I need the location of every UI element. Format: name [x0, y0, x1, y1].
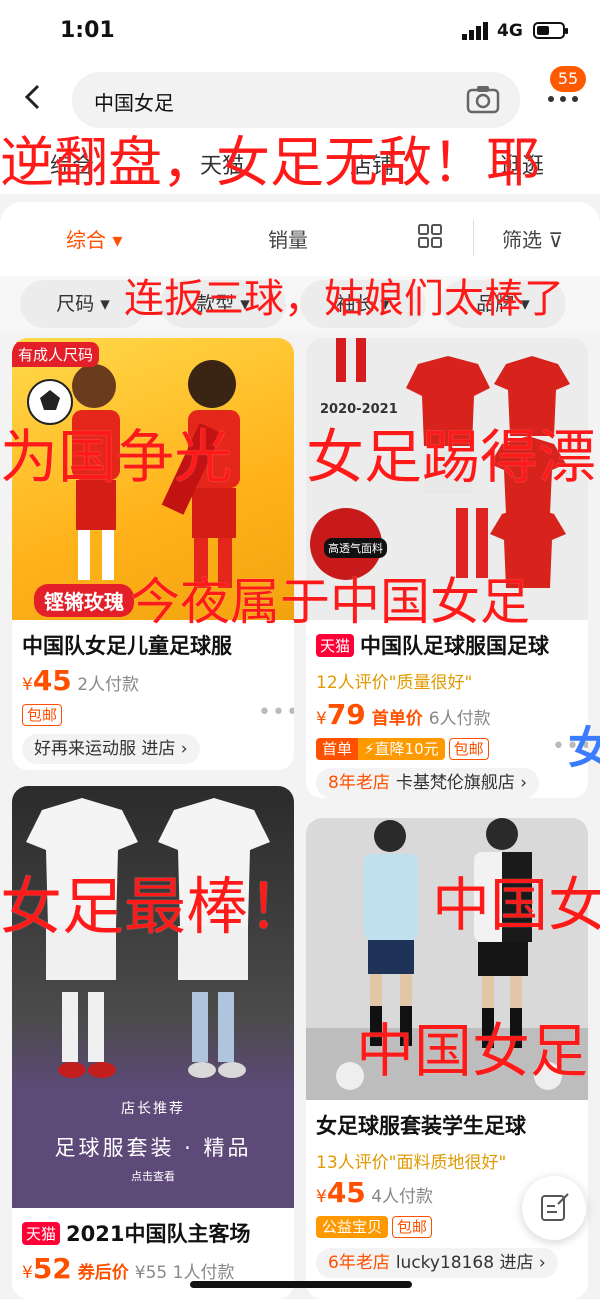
- price-value: 45: [326, 1176, 366, 1209]
- review-summary: 13人评价"面料质地很好": [316, 1153, 507, 1173]
- image-caption: 铿锵玫瑰: [34, 584, 134, 617]
- feedback-button[interactable]: [522, 1176, 586, 1240]
- chip-size-label: 尺码: [56, 293, 95, 315]
- sort-sales[interactable]: 销量: [268, 224, 308, 253]
- signal-icon: [462, 22, 488, 40]
- click-view-text: 点击查看: [131, 1170, 175, 1183]
- price-currency: ¥: [316, 1187, 327, 1207]
- free-shipping-tag: 包邮: [392, 1216, 433, 1238]
- slogan-text: 足球服套装 · 精品: [54, 1136, 252, 1160]
- camera-icon[interactable]: [466, 84, 500, 114]
- tmall-badge: 天猫: [22, 1222, 61, 1245]
- grid-view-icon[interactable]: [418, 224, 442, 248]
- shop-age: 8年老店: [328, 773, 390, 793]
- danmu-comment: 女足踢得漂: [306, 423, 597, 491]
- tag-row: 包邮: [22, 704, 66, 726]
- sales-count: 4人付款: [371, 1187, 434, 1207]
- danmu-comment: 连扳三球，姑娘们太棒了: [124, 276, 564, 322]
- shop-link[interactable]: 好再来运动服 进店 ›: [22, 734, 200, 764]
- product-title-text: 中国队足球服国足球: [360, 634, 550, 658]
- filter-funnel-icon: ⊽: [548, 228, 563, 252]
- more-options-icon[interactable]: •••: [258, 700, 294, 725]
- product-title[interactable]: 天猫 2021中国队主客场: [22, 1218, 250, 1248]
- price-currency: ¥: [22, 1263, 33, 1283]
- price-tag: 券后价: [77, 1263, 129, 1283]
- search-query: 中国女足: [94, 91, 174, 115]
- price-tag: 首单价: [371, 709, 423, 729]
- product-image[interactable]: 店长推荐 足球服套装 · 精品 点击查看: [12, 786, 294, 1208]
- danmu-comment: 为国争光: [0, 423, 233, 491]
- adult-size-label: 有成人尺码: [12, 342, 100, 367]
- product-card[interactable]: 有成人尺码 铿锵玫瑰 中国队女足儿童足球服 ¥45 2人付款 包邮 ••• 好再…: [12, 338, 294, 770]
- network-type: 4G: [497, 21, 523, 41]
- status-time: 1:01: [60, 18, 115, 43]
- battery-icon: [533, 22, 568, 39]
- product-title[interactable]: 天猫 中国队足球服国足球: [316, 630, 549, 660]
- edit-note-icon: [541, 1193, 569, 1221]
- sales-count: 1人付款: [172, 1263, 235, 1283]
- danmu-comment: 今夜属于中国女足: [130, 573, 530, 631]
- danmu-comment: 中国女足: [356, 1017, 589, 1085]
- product-title-text: 2021中国队主客场: [66, 1222, 251, 1246]
- price-value: 79: [326, 698, 366, 731]
- free-shipping-tag: 包邮: [448, 738, 489, 760]
- tmall-badge: 天猫: [316, 634, 355, 657]
- price-currency: ¥: [316, 709, 327, 729]
- sort-bar: 综合 ▾ 销量 筛选 ⊽: [0, 202, 600, 276]
- price-row: ¥79 首单价 6人付款: [316, 698, 491, 731]
- sort-comprehensive[interactable]: 综合 ▾: [66, 224, 122, 253]
- free-shipping-tag: 包邮: [22, 704, 63, 726]
- danmu-comment: 中国女: [432, 871, 600, 939]
- charity-tag: 公益宝贝: [316, 1216, 389, 1238]
- discount-tag: ⚡直降10元: [358, 738, 445, 760]
- sort-divider: [473, 220, 474, 256]
- price-row: ¥45 2人付款: [22, 664, 139, 697]
- more-menu-icon[interactable]: [548, 90, 582, 106]
- price-row: ¥45 4人付款: [316, 1176, 433, 1209]
- review-summary: 12人评价"质量很好": [316, 673, 473, 693]
- back-arrow-icon[interactable]: [18, 82, 48, 112]
- shop-name: lucky18168 进店 ›: [395, 1253, 546, 1273]
- original-price: ¥55: [134, 1263, 168, 1283]
- shop-name: 卡基梵伦旗舰店 ›: [395, 773, 528, 793]
- tag-row: 公益宝贝 包邮: [316, 1216, 436, 1238]
- message-count-badge: 55: [550, 66, 586, 92]
- shop-age: 6年老店: [328, 1253, 390, 1273]
- sales-count: 6人付款: [428, 709, 491, 729]
- danmu-comment: 逆翻盘，女足无敌！耶: [0, 131, 540, 194]
- product-title[interactable]: 中国队女足儿童足球服: [22, 630, 232, 660]
- price-value: 52: [32, 1252, 72, 1285]
- fabric-label: 高透气面料: [324, 538, 387, 558]
- shop-link[interactable]: 8年老店 卡基梵伦旗舰店 ›: [316, 768, 540, 798]
- sales-count: 2人付款: [77, 675, 140, 695]
- recommend-label: 店长推荐: [121, 1101, 185, 1117]
- filter-button[interactable]: 筛选 ⊽: [502, 224, 563, 253]
- product-title[interactable]: 女足球服套装学生足球: [316, 1110, 526, 1140]
- tag-row: 首单 ⚡直降10元 包邮: [316, 738, 493, 760]
- home-indicator[interactable]: [190, 1281, 412, 1288]
- side-floating-label[interactable]: 女: [568, 712, 600, 776]
- shop-link[interactable]: 6年老店 lucky18168 进店 ›: [316, 1248, 558, 1278]
- sort-comprehensive-label: 综合: [66, 228, 106, 252]
- price-currency: ¥: [22, 675, 33, 695]
- danmu-comment: 女足最棒！: [0, 870, 311, 943]
- filter-label: 筛选: [502, 228, 542, 252]
- price-value: 45: [32, 664, 72, 697]
- first-order-tag: 首单: [316, 738, 359, 760]
- status-bar: 1:01 4G: [0, 0, 600, 66]
